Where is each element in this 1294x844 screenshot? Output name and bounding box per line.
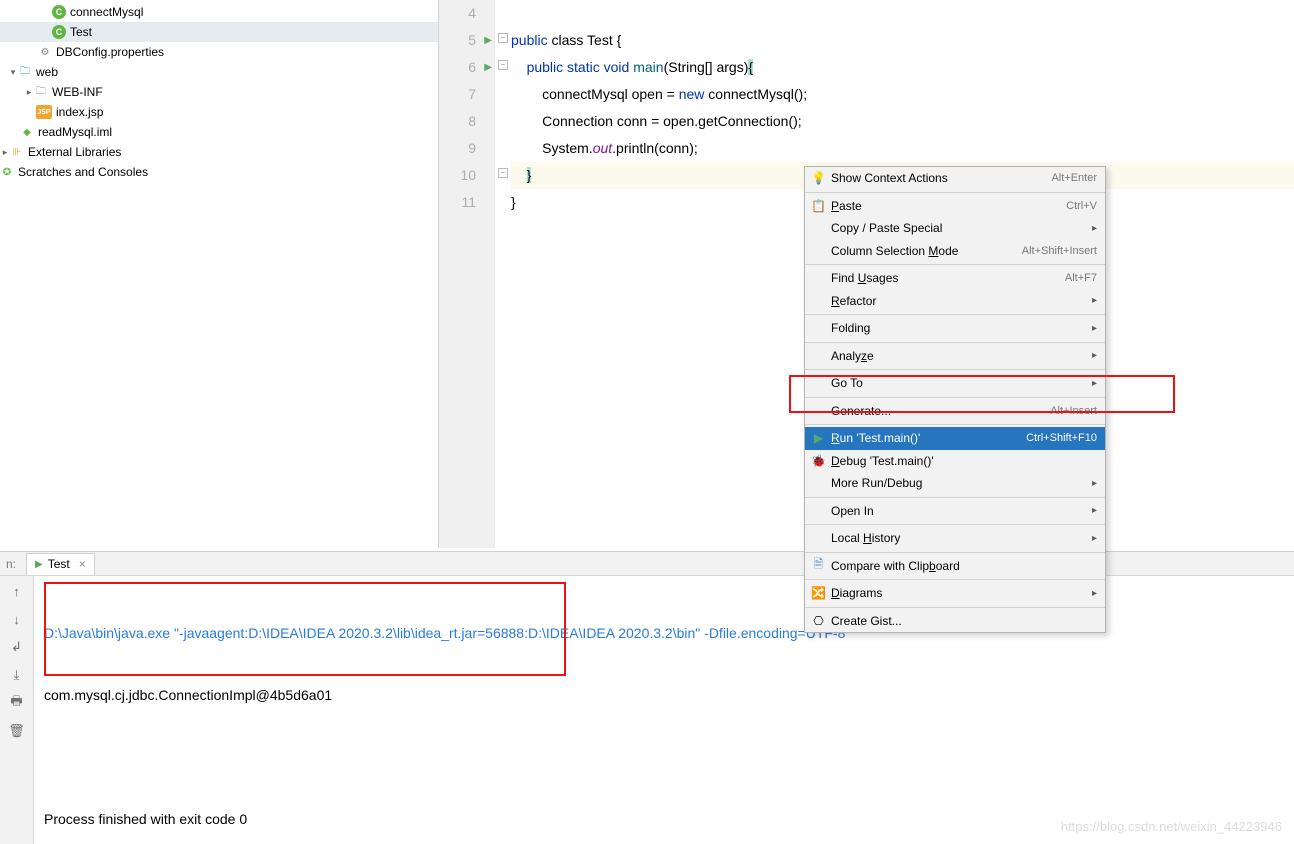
- expand-icon[interactable]: ▸: [24, 87, 34, 98]
- menu-paste[interactable]: 📋PasteCtrl+V: [805, 195, 1105, 218]
- menu-refactor[interactable]: Refactor▸: [805, 290, 1105, 313]
- fold-column: − − −: [495, 0, 511, 548]
- menu-analyze[interactable]: Analyze▸: [805, 345, 1105, 368]
- menu-goto[interactable]: Go To▸: [805, 372, 1105, 395]
- close-icon[interactable]: ×: [79, 557, 86, 571]
- run-gutter-icon[interactable]: ▶: [484, 27, 492, 54]
- menu-column-selection[interactable]: Column Selection ModeAlt+Shift+Insert: [805, 240, 1105, 263]
- menu-show-context[interactable]: 💡Show Context ActionsAlt+Enter: [805, 167, 1105, 190]
- run-gutter-icon[interactable]: ▶: [484, 54, 492, 81]
- run-toolbar: ↑ ↓ ↲ ⤓ 🖶 🗑: [0, 576, 34, 844]
- menu-compare-clipboard[interactable]: 🗎Compare with Clipboard: [805, 555, 1105, 578]
- bug-icon: 🐞: [811, 454, 826, 468]
- tree-item-indexjsp[interactable]: JSPindex.jsp: [0, 102, 438, 122]
- folder-icon: 🗀: [18, 65, 32, 79]
- tree-item-dbconfig[interactable]: ⚙DBConfig.properties: [0, 42, 438, 62]
- trash-icon[interactable]: 🗑: [8, 722, 26, 740]
- run-label: n:: [0, 557, 22, 571]
- menu-run[interactable]: ▶Run 'Test.main()'Ctrl+Shift+F10: [805, 427, 1105, 450]
- diagram-icon: 🔀: [811, 586, 826, 600]
- bulb-icon: 💡: [811, 171, 826, 185]
- fold-icon[interactable]: −: [498, 168, 508, 178]
- menu-open-in[interactable]: Open In▸: [805, 500, 1105, 523]
- console-line: com.mysql.cj.jdbc.ConnectionImpl@4b5d6a0…: [44, 682, 1284, 708]
- properties-icon: ⚙: [38, 45, 52, 59]
- scroll-up-icon[interactable]: ↑: [8, 582, 26, 600]
- scratch-icon: ✪: [0, 165, 14, 179]
- project-tree[interactable]: CconnectMysql CTest ⚙DBConfig.properties…: [0, 0, 438, 548]
- menu-copy-paste-special[interactable]: Copy / Paste Special▸: [805, 217, 1105, 240]
- library-icon: ⊪: [10, 145, 24, 159]
- print-icon[interactable]: 🖶: [8, 694, 26, 712]
- menu-diagrams[interactable]: 🔀Diagrams▸: [805, 582, 1105, 605]
- console-line: [44, 744, 1284, 770]
- fold-icon[interactable]: −: [498, 60, 508, 70]
- menu-create-gist[interactable]: ⎔Create Gist...: [805, 610, 1105, 633]
- github-icon: ⎔: [811, 614, 826, 628]
- iml-icon: ◆: [20, 125, 34, 139]
- tree-item-scratch[interactable]: ✪Scratches and Consoles: [0, 162, 438, 182]
- class-icon: C: [52, 25, 66, 39]
- folder-icon: 🗀: [34, 85, 48, 99]
- tree-item-connectmysql[interactable]: CconnectMysql: [0, 2, 438, 22]
- expand-icon[interactable]: ▸: [0, 147, 10, 158]
- watermark: https://blog.csdn.net/weixin_44223946: [1061, 819, 1282, 834]
- gutter: 4 5▶ 6▶ 7 8 9 10 11: [439, 0, 495, 548]
- tree-item-test[interactable]: CTest: [0, 22, 438, 42]
- menu-find-usages[interactable]: Find UsagesAlt+F7: [805, 267, 1105, 290]
- menu-debug[interactable]: 🐞Debug 'Test.main()': [805, 450, 1105, 473]
- tree-item-web[interactable]: ▾🗀web: [0, 62, 438, 82]
- compare-icon: 🗎: [811, 555, 826, 576]
- tree-item-readmysql[interactable]: ◆readMysql.iml: [0, 122, 438, 142]
- play-icon: ▶: [35, 559, 43, 570]
- tree-item-webinf[interactable]: ▸🗀WEB-INF: [0, 82, 438, 102]
- context-menu[interactable]: 💡Show Context ActionsAlt+Enter 📋PasteCtr…: [804, 166, 1106, 633]
- soft-wrap-icon[interactable]: ↲: [8, 638, 26, 656]
- scroll-to-end-icon[interactable]: ⤓: [8, 666, 26, 684]
- fold-icon[interactable]: −: [498, 33, 508, 43]
- play-icon: ▶: [811, 431, 826, 445]
- scroll-down-icon[interactable]: ↓: [8, 610, 26, 628]
- paste-icon: 📋: [811, 199, 826, 213]
- menu-folding[interactable]: Folding▸: [805, 317, 1105, 340]
- run-tab-test[interactable]: ▶ Test ×: [26, 553, 95, 575]
- tree-item-extlib[interactable]: ▸⊪External Libraries: [0, 142, 438, 162]
- jsp-icon: JSP: [36, 105, 52, 119]
- menu-more-run[interactable]: More Run/Debug▸: [805, 472, 1105, 495]
- menu-local-history[interactable]: Local History▸: [805, 527, 1105, 550]
- class-icon: C: [52, 5, 66, 19]
- expand-icon[interactable]: ▾: [8, 67, 18, 78]
- menu-generate[interactable]: Generate...Alt+Insert: [805, 400, 1105, 423]
